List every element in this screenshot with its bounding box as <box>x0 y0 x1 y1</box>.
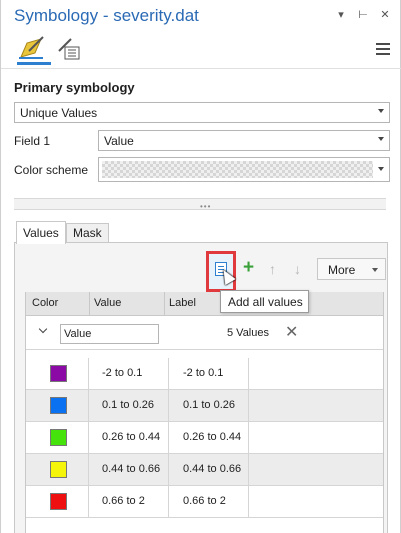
renderer-dropdown[interactable]: Unique Values <box>14 102 390 123</box>
table-row[interactable]: 0.1 to 0.26 0.1 to 0.26 <box>26 390 383 422</box>
group-name-field[interactable]: Value <box>60 324 159 344</box>
label-cell[interactable]: 0.66 to 2 <box>183 495 226 507</box>
add-value-button[interactable]: + <box>243 258 254 277</box>
label-cell[interactable]: 0.1 to 0.26 <box>183 399 235 411</box>
values-table: Color Value Label Value 5 Values ✕ -2 to… <box>25 292 384 533</box>
renderer-value: Unique Values <box>20 106 98 120</box>
tab-values[interactable]: Values <box>16 221 66 244</box>
title-bar-controls: ▾ ⊢ ✕ <box>334 8 392 21</box>
move-up-button[interactable]: ↑ <box>269 261 276 277</box>
hamburger-menu-icon[interactable] <box>376 43 390 58</box>
field1-value: Value <box>104 134 134 148</box>
add-all-values-tooltip: Add all values <box>220 290 309 313</box>
group-value-count: 5 Values <box>227 327 269 339</box>
value-cell: 0.1 to 0.26 <box>102 399 154 411</box>
pane-splitter[interactable]: ••• <box>14 198 386 211</box>
label-cell[interactable]: -2 to 0.1 <box>183 367 223 379</box>
column-header-value[interactable]: Value <box>94 297 121 309</box>
table-row[interactable]: 0.44 to 0.66 0.44 to 0.66 <box>26 454 383 486</box>
table-row[interactable]: 0.66 to 2 0.66 to 2 <box>26 486 383 518</box>
paint-brush-icon <box>19 36 44 59</box>
tab-mask[interactable]: Mask <box>66 223 109 243</box>
move-down-button[interactable]: ↓ <box>294 261 301 277</box>
group-row: Value 5 Values ✕ <box>26 317 383 350</box>
remove-group-icon[interactable]: ✕ <box>285 322 298 342</box>
group-name: Value <box>64 328 92 340</box>
primary-symbology-tab[interactable] <box>17 35 51 65</box>
brush-list-icon <box>58 38 80 60</box>
dropdown-icon[interactable]: ▾ <box>334 8 348 21</box>
add-all-values-button[interactable] <box>206 251 236 292</box>
pin-icon[interactable]: ⊢ <box>356 8 370 21</box>
value-cell: 0.26 to 0.44 <box>102 431 161 443</box>
color-swatch[interactable] <box>50 429 67 446</box>
color-scheme-dropdown[interactable] <box>98 157 390 182</box>
color-scheme-label: Color scheme <box>14 163 89 177</box>
table-row[interactable]: 0.26 to 0.44 0.26 to 0.44 <box>26 422 383 454</box>
color-swatch[interactable] <box>50 397 67 414</box>
chevron-down-icon <box>378 167 384 171</box>
color-scheme-preview <box>102 161 373 178</box>
symbology-pane: Symbology - severity.dat ▾ ⊢ ✕ Primary s… <box>0 0 401 533</box>
color-swatch[interactable] <box>50 365 67 382</box>
field1-label: Field 1 <box>14 134 51 148</box>
tooltip-text: Add all values <box>228 295 303 309</box>
value-cell: 0.44 to 0.66 <box>102 463 161 475</box>
chevron-down-icon <box>378 137 384 141</box>
color-swatch[interactable] <box>50 461 67 478</box>
pane-title: Symbology - severity.dat <box>14 6 199 25</box>
primary-symbology-heading: Primary symbology <box>14 80 135 95</box>
vary-symbology-tab[interactable] <box>55 35 85 65</box>
table-header: Color Value Label <box>26 292 383 316</box>
column-header-color[interactable]: Color <box>32 297 58 309</box>
column-header-label[interactable]: Label <box>169 297 196 309</box>
symbology-tab-strip <box>1 33 401 69</box>
label-cell[interactable]: 0.44 to 0.66 <box>183 463 241 475</box>
color-swatch[interactable] <box>50 493 67 510</box>
field1-dropdown[interactable]: Value <box>98 130 390 151</box>
table-row[interactable]: -2 to 0.1 -2 to 0.1 <box>26 358 383 390</box>
chevron-down-icon <box>378 109 384 113</box>
chevron-down-icon <box>372 268 378 272</box>
label-cell[interactable]: 0.26 to 0.44 <box>183 431 241 443</box>
close-icon[interactable]: ✕ <box>378 8 392 21</box>
chevron-down-icon[interactable] <box>38 324 48 334</box>
title-bar: Symbology - severity.dat ▾ ⊢ ✕ <box>1 0 401 33</box>
value-cell: 0.66 to 2 <box>102 495 145 507</box>
more-button[interactable]: More <box>317 258 386 280</box>
grip-icon: ••• <box>200 202 212 211</box>
value-cell: -2 to 0.1 <box>102 367 143 379</box>
more-label: More <box>328 263 356 277</box>
